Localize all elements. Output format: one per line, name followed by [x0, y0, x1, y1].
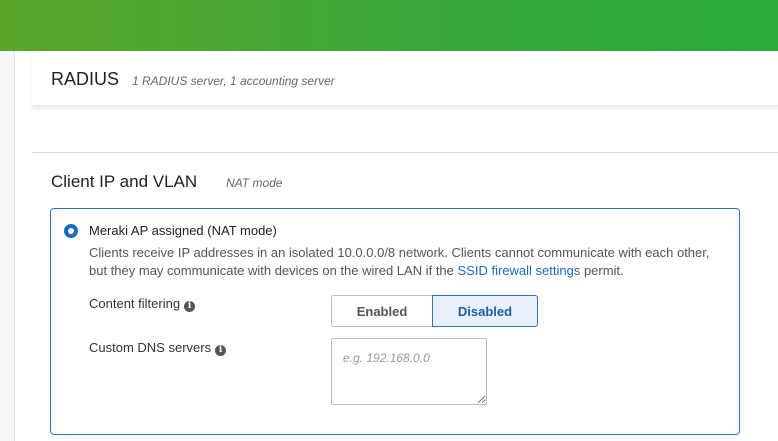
- content-filtering-label: Content filtering i: [89, 296, 196, 312]
- info-icon[interactable]: i: [215, 345, 227, 356]
- left-gutter-divider: [14, 51, 15, 441]
- custom-dns-label: Custom DNS servers i: [89, 340, 227, 356]
- content-filtering-label-text: Content filtering: [89, 296, 181, 311]
- nat-mode-description: Clients receive IP addresses in an isola…: [89, 244, 729, 280]
- content-filtering-toggle[interactable]: Enabled Disabled: [331, 295, 538, 327]
- top-banner: [0, 0, 778, 51]
- content-filtering-disabled-button[interactable]: Disabled: [432, 295, 538, 327]
- section-divider: [32, 152, 778, 153]
- custom-dns-input[interactable]: [331, 338, 487, 405]
- radius-title: RADIUS: [51, 69, 120, 89]
- radius-summary: 1 RADIUS server, 1 accounting server: [132, 74, 335, 88]
- nat-mode-option-card[interactable]: Meraki AP assigned (NAT mode) Clients re…: [50, 208, 740, 435]
- nat-mode-radio[interactable]: [64, 224, 78, 238]
- custom-dns-label-text: Custom DNS servers: [89, 340, 212, 355]
- left-gutter: [0, 51, 14, 441]
- content-filtering-enabled-button[interactable]: Enabled: [331, 295, 432, 327]
- nat-mode-description-end: permit.: [580, 263, 624, 278]
- ssid-firewall-settings-link[interactable]: SSID firewall settings: [458, 263, 581, 278]
- client-ip-mode-label: NAT mode: [226, 176, 283, 190]
- client-ip-vlan-title: Client IP and VLAN: [51, 172, 198, 191]
- info-icon[interactable]: i: [184, 301, 196, 312]
- radius-section-header[interactable]: RADIUS 1 RADIUS server, 1 accounting ser…: [32, 51, 778, 106]
- nat-mode-option-label[interactable]: Meraki AP assigned (NAT mode): [89, 223, 277, 238]
